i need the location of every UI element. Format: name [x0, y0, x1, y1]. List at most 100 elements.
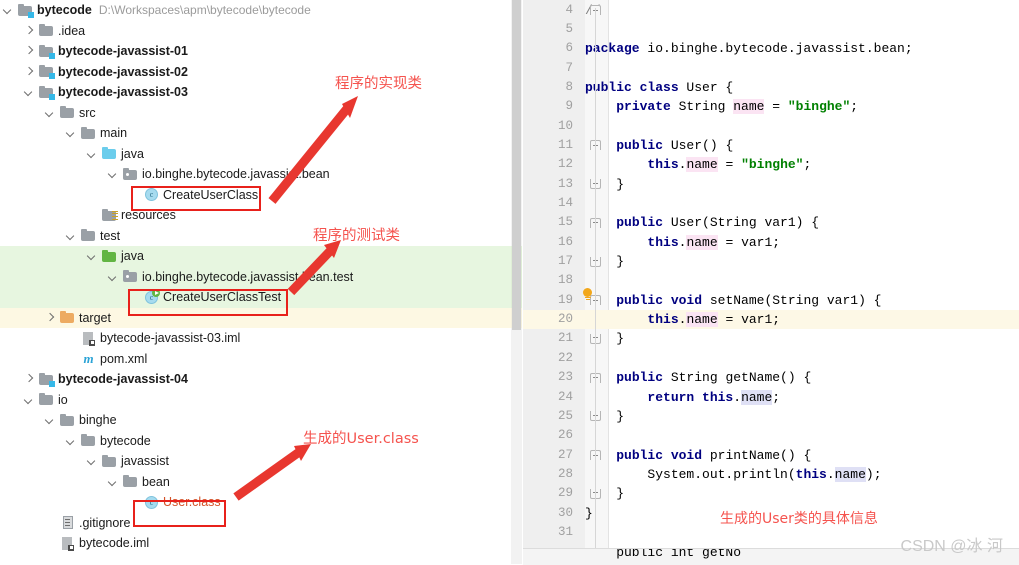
- source-root-folder-icon: [102, 146, 117, 161]
- code-line[interactable]: 6 package io.binghe.bytecode.javassist.be…: [523, 39, 1019, 58]
- code-line[interactable]: 8 public class User {: [523, 78, 1019, 97]
- tree-row[interactable]: .idea: [0, 21, 511, 42]
- chevron-right-icon[interactable]: [24, 25, 35, 36]
- code-line[interactable]: 5: [523, 20, 1019, 39]
- tree-row[interactable]: javassist: [0, 451, 511, 472]
- code-line[interactable]: 14: [523, 194, 1019, 213]
- tree-item-label: bytecode-javassist-02: [58, 64, 188, 79]
- code-line[interactable]: 11 public User() {: [523, 136, 1019, 155]
- line-number: 23: [557, 370, 573, 385]
- twisty-placeholder: [66, 353, 77, 364]
- chevron-down-icon[interactable]: [87, 251, 98, 262]
- tree-row[interactable]: bytecode-javassist-03.iml: [0, 328, 511, 349]
- line-number: 14: [557, 196, 573, 210]
- tree-row[interactable]: io.binghe.bytecode.javassist.bean.test: [0, 266, 511, 287]
- code-line[interactable]: 26: [523, 426, 1019, 445]
- tree-scrollbar-thumb[interactable]: [512, 0, 521, 330]
- chevron-down-icon[interactable]: [108, 476, 119, 487]
- chevron-down-icon[interactable]: [66, 230, 77, 241]
- fold-guide-line-root: [595, 8, 596, 548]
- code-fold-close-icon[interactable]: [585, 407, 608, 426]
- chevron-down-icon[interactable]: [3, 5, 14, 16]
- gitignore-file-icon: [60, 515, 75, 530]
- tree-row[interactable]: src: [0, 103, 511, 124]
- code-line[interactable]: 7: [523, 59, 1019, 78]
- code-line[interactable]: 18: [523, 271, 1019, 290]
- chevron-right-icon[interactable]: [24, 46, 35, 57]
- chevron-down-icon[interactable]: [66, 435, 77, 446]
- line-number: 29: [557, 486, 573, 501]
- tree-row[interactable]: bytecode-javassist-04: [0, 369, 511, 390]
- code-fold-open-icon[interactable]: [585, 368, 608, 387]
- chevron-right-icon[interactable]: [24, 66, 35, 77]
- annotation-code-note: 生成的User类的具体信息: [720, 511, 878, 527]
- code-line[interactable]: 13 }: [523, 175, 1019, 194]
- code-line[interactable]: 4//: [523, 1, 1019, 20]
- line-number: 19: [557, 292, 573, 307]
- tree-row[interactable]: bytecode-javassist-03: [0, 82, 511, 103]
- chevron-right-icon[interactable]: [45, 312, 56, 323]
- tree-row[interactable]: c User.class: [0, 492, 511, 513]
- tree-row[interactable]: .gitignore: [0, 513, 511, 534]
- tree-row[interactable]: bytecode D:\Workspaces\apm\bytecode\bytec…: [0, 0, 511, 21]
- code-line[interactable]: 27 public void printName() {: [523, 446, 1019, 465]
- code-text: public void setName(String var1) {: [616, 292, 882, 308]
- code-editor-panel[interactable]: 4//5 6 package io.binghe.bytecode.javassis…: [523, 0, 1019, 564]
- code-line[interactable]: 28 System.out.println(this.name);: [523, 465, 1019, 484]
- chevron-down-icon[interactable]: [45, 415, 56, 426]
- chevron-down-icon[interactable]: [24, 394, 35, 405]
- tree-row[interactable]: bean: [0, 472, 511, 493]
- chevron-down-icon[interactable]: [66, 128, 77, 139]
- code-line[interactable]: 29 }: [523, 484, 1019, 503]
- tree-row[interactable]: m pom.xml: [0, 349, 511, 370]
- package-icon: [123, 269, 138, 284]
- tree-row[interactable]: io: [0, 390, 511, 411]
- code-line[interactable]: 25 }: [523, 407, 1019, 426]
- code-line[interactable]: 21 }: [523, 329, 1019, 348]
- chevron-right-icon[interactable]: [24, 374, 35, 385]
- chevron-down-icon[interactable]: [45, 107, 56, 118]
- code-text: private String name = "binghe";: [616, 99, 859, 115]
- chevron-down-icon[interactable]: [108, 169, 119, 180]
- tree-row[interactable]: bytecode-javassist-02: [0, 62, 511, 83]
- code-fold-open-icon[interactable]: [585, 1, 608, 20]
- code-line[interactable]: 12 this.name = "binghe";: [523, 155, 1019, 174]
- folder-icon: [123, 474, 138, 489]
- tree-row[interactable]: main: [0, 123, 511, 144]
- code-line[interactable]: 15 public User(String var1) {: [523, 213, 1019, 232]
- code-text: System.out.println(this.name);: [585, 466, 882, 482]
- code-text: this.name = var1;: [647, 312, 781, 328]
- code-line[interactable]: 20 this.name = var1;: [523, 310, 1019, 330]
- tree-row[interactable]: binghe: [0, 410, 511, 431]
- tree-row[interactable]: io.binghe.bytecode.javassist.bean: [0, 164, 511, 185]
- chevron-down-icon[interactable]: [87, 148, 98, 159]
- code-line[interactable]: 10: [523, 117, 1019, 136]
- tree-row[interactable]: bytecode.iml: [0, 533, 511, 554]
- tree-row[interactable]: bytecode: [0, 431, 511, 452]
- code-fold-close-icon[interactable]: [585, 252, 608, 271]
- tree-item-label: bytecode-javassist-03.iml: [100, 331, 241, 345]
- code-line[interactable]: 24 return this.name;: [523, 388, 1019, 407]
- tree-row[interactable]: java: [0, 246, 511, 267]
- chevron-down-icon[interactable]: [87, 456, 98, 467]
- code-fold-open-icon[interactable]: [585, 136, 608, 155]
- chevron-down-icon[interactable]: [24, 87, 35, 98]
- tree-row[interactable]: bytecode-javassist-01: [0, 41, 511, 62]
- chevron-down-icon[interactable]: [108, 271, 119, 282]
- tree-row[interactable]: java: [0, 144, 511, 165]
- code-line[interactable]: 22: [523, 349, 1019, 368]
- code-fold-close-icon[interactable]: [585, 484, 608, 503]
- code-fold-open-icon[interactable]: [585, 446, 608, 465]
- code-line[interactable]: 16 this.name = var1;: [523, 233, 1019, 252]
- code-line[interactable]: 17 }: [523, 252, 1019, 271]
- code-line[interactable]: 19 public void setName(String var1) {: [523, 291, 1019, 310]
- line-number: 17: [557, 254, 573, 269]
- lightbulb-icon[interactable]: [581, 288, 595, 303]
- tree-row[interactable]: test: [0, 226, 511, 247]
- code-line[interactable]: 9 private String name = "binghe";: [523, 97, 1019, 116]
- project-tree-panel[interactable]: bytecode D:\Workspaces\apm\bytecode\bytec…: [0, 0, 511, 564]
- code-line[interactable]: 23 public String getName() {: [523, 368, 1019, 387]
- code-fold-close-icon[interactable]: [585, 175, 608, 194]
- code-fold-close-icon[interactable]: [585, 329, 608, 348]
- code-fold-open-icon[interactable]: [585, 213, 608, 232]
